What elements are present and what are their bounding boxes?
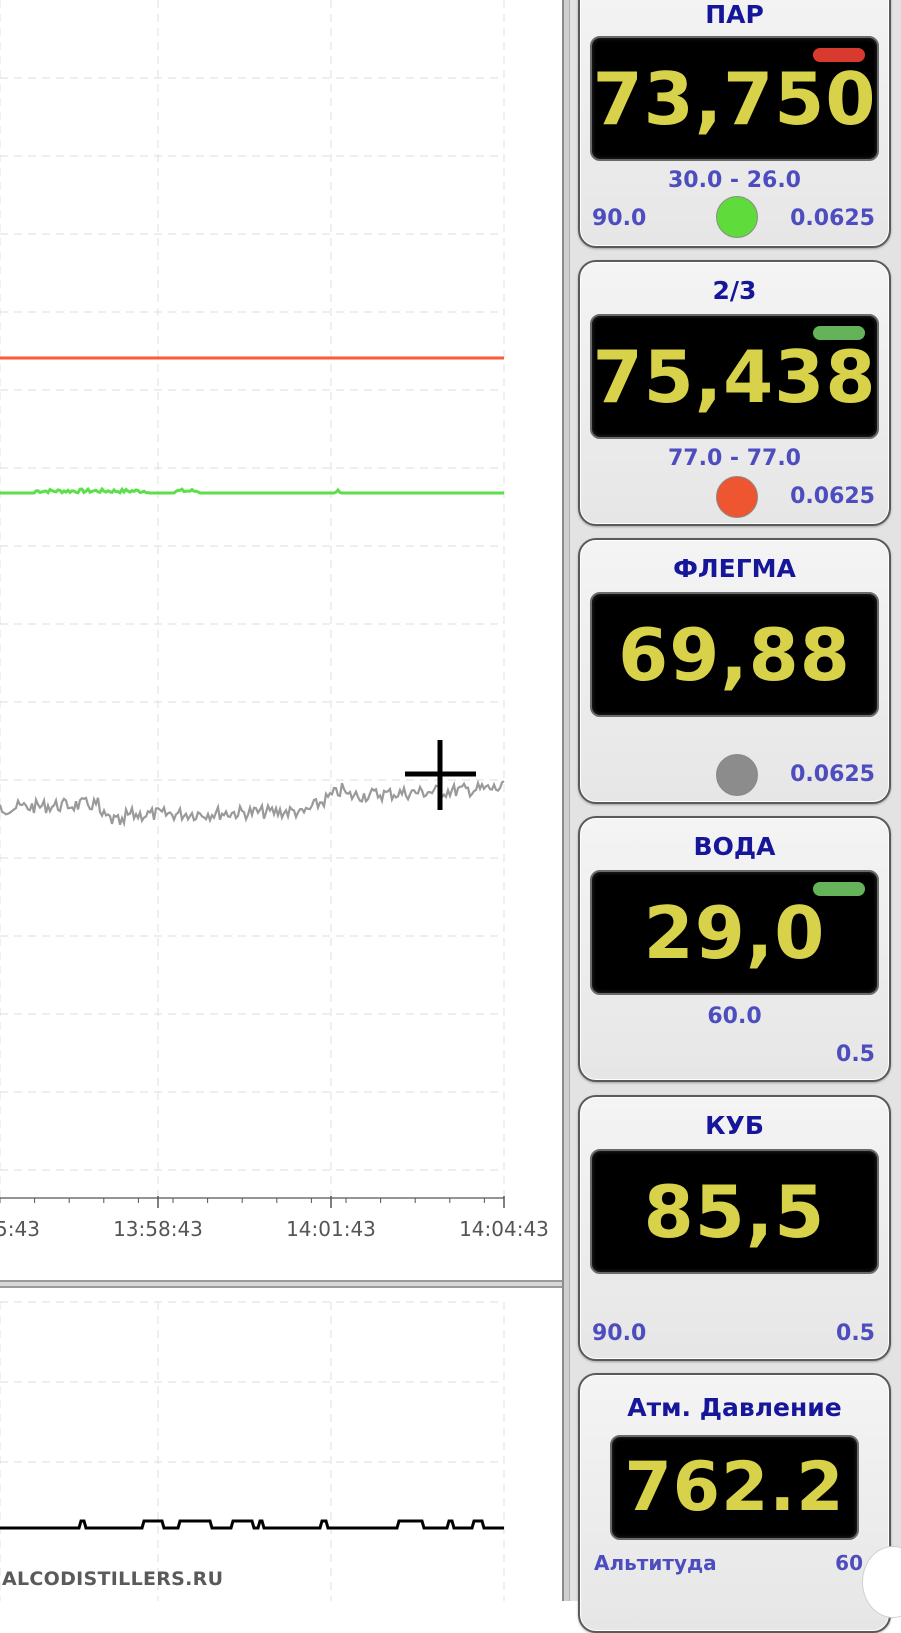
gauge-title: ПАР	[705, 0, 764, 29]
gauge-display: 762.2	[610, 1435, 859, 1540]
gauge-value: 75,438	[592, 334, 877, 419]
series-step-line	[0, 1519, 504, 1530]
gauge-step: 0.0625	[790, 762, 875, 787]
x-tick-label: 13:58:43	[113, 1217, 203, 1241]
chart-series-group	[0, 1519, 504, 1530]
watermark-text: ALCODISTILLERS.RU	[2, 1568, 224, 1590]
gauge-display: 75,438	[590, 314, 879, 439]
series-gray-line	[0, 779, 505, 828]
bottom-chart-panel[interactable]	[0, 1288, 562, 1601]
gauge-atm-pressure[interactable]: Атм. Давление 762.2 Альтитуда 60	[578, 1373, 891, 1633]
status-led-icon	[716, 196, 758, 238]
gauge-range: 60.0	[707, 1004, 762, 1029]
x-axis: 13:55:43 13:58:43 14:01:43 14:04:43	[0, 1196, 549, 1241]
gauge-title: ВОДА	[693, 832, 776, 861]
series-green-line	[0, 486, 504, 495]
gauge-step: 0.0625	[790, 206, 875, 231]
gauge-display: 85,5	[590, 1149, 879, 1274]
main-chart-panel[interactable]: 13:55:43 13:58:43 14:01:43 14:04:43	[0, 0, 562, 1280]
x-tick-label: 14:01:43	[286, 1217, 376, 1241]
vertical-splitter[interactable]	[562, 0, 570, 1601]
gauge-par[interactable]: ПАР 73,750 30.0 - 26.0 90.0 0.0625	[578, 0, 891, 248]
gauges-column: ПАР 73,750 30.0 - 26.0 90.0 0.0625 2/3 7…	[570, 0, 901, 1633]
gauge-range: 30.0 - 26.0	[667, 168, 801, 193]
gauge-setpoint: 90.0	[592, 206, 647, 231]
cursor-crosshair-icon	[405, 740, 476, 810]
chart-series-group	[0, 356, 505, 828]
gauge-display: 29,0	[590, 870, 879, 995]
gauge-title: Атм. Давление	[627, 1393, 842, 1422]
x-tick-label: 14:04:43	[459, 1217, 549, 1241]
gauge-value: 69,88	[618, 612, 851, 697]
gauge-title: 2/3	[712, 276, 757, 305]
gauge-value: 85,5	[643, 1169, 826, 1254]
altitude-value: 60	[835, 1551, 863, 1575]
bottom-chart[interactable]	[0, 1288, 562, 1601]
chart-grid	[0, 0, 505, 1200]
status-led-icon	[716, 754, 758, 796]
chart-splitter[interactable]	[0, 1280, 562, 1288]
gauge-step: 0.0625	[790, 484, 875, 509]
gauge-value: 29,0	[643, 890, 826, 975]
gauge-flegma[interactable]: ФЛЕГМА 69,88 0.0625	[578, 538, 891, 804]
gauge-voda[interactable]: ВОДА 29,0 60.0 0.5	[578, 816, 891, 1082]
gauge-display: 69,88	[590, 592, 879, 717]
altitude-label: Альтитуда	[594, 1551, 717, 1575]
x-tick-label: 13:55:43	[0, 1217, 40, 1241]
gauge-kub[interactable]: КУБ 85,5 90.0 0.5	[578, 1095, 891, 1361]
gauge-display: 73,750	[590, 36, 879, 161]
gauge-title: ФЛЕГМА	[673, 554, 796, 583]
gauge-value: 73,750	[592, 56, 877, 141]
gauge-range: 77.0 - 77.0	[667, 446, 801, 471]
gauge-two-thirds[interactable]: 2/3 75,438 77.0 - 77.0 0.0625	[578, 260, 891, 526]
main-chart[interactable]: 13:55:43 13:58:43 14:01:43 14:04:43	[0, 0, 562, 1280]
chart-grid	[0, 1301, 505, 1601]
gauge-setpoint: 90.0	[592, 1321, 647, 1346]
gauge-title: КУБ	[705, 1111, 764, 1140]
gauge-step: 0.5	[836, 1321, 875, 1346]
gauge-step: 0.5	[836, 1042, 875, 1067]
gauge-value: 762.2	[624, 1448, 845, 1527]
status-led-icon	[716, 476, 758, 518]
